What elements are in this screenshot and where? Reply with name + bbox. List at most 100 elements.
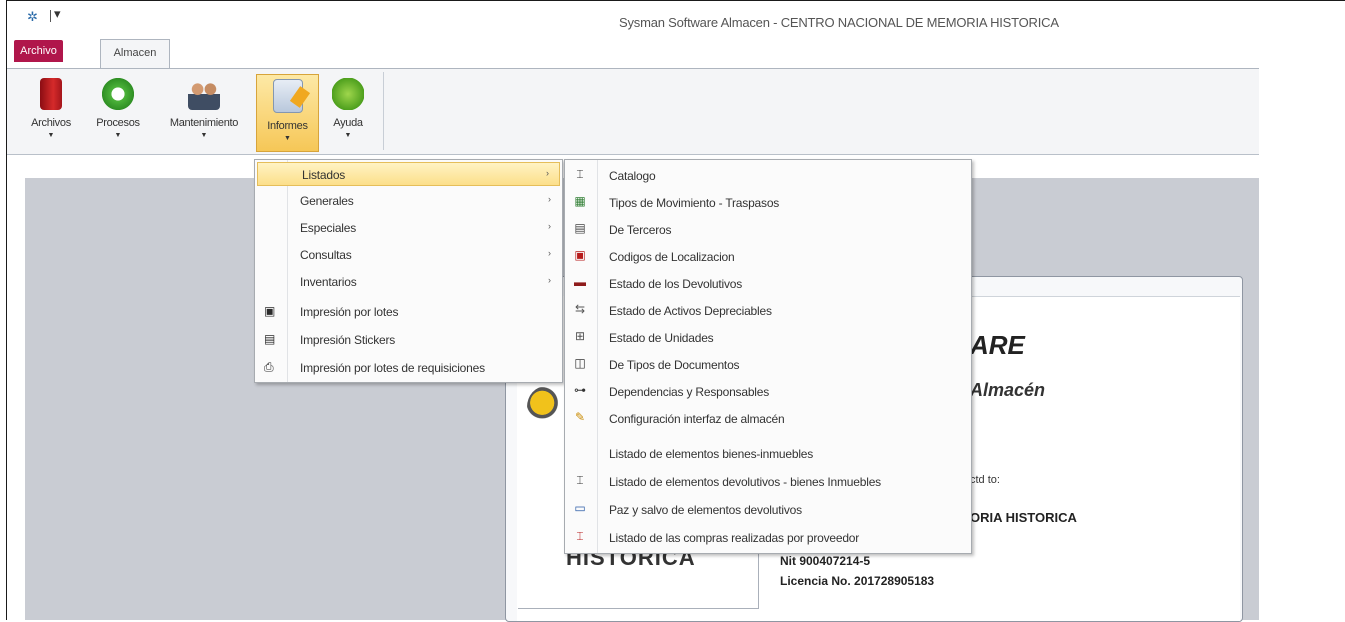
ribbon-informes-button[interactable]: Informes ▼ [256, 74, 319, 152]
ribbon-procesos-button[interactable]: Procesos ▼ [87, 74, 149, 150]
submenu-item-label: Listado de elementos bienes-inmuebles [609, 447, 814, 461]
menu-item-label: Especiales [300, 221, 357, 235]
people-icon [188, 78, 220, 110]
menu-item-label: Impresión Stickers [300, 333, 396, 347]
chevron-down-icon: ▼ [47, 132, 55, 139]
menu-item-especiales[interactable]: Especiales › [256, 216, 561, 240]
document-types-icon: ◫ [574, 356, 586, 370]
menu-item-label: Consultas [300, 248, 352, 262]
clearance-icon: ▭ [574, 501, 586, 515]
submenu-item-paz-y-salvo[interactable]: ▭ Paz y salvo de elementos devolutivos [566, 496, 970, 522]
submenu-item-label: Configuración interfaz de almacén [609, 412, 785, 426]
chevron-down-icon: ▼ [200, 132, 208, 139]
print-requisition-icon: ⎙ [264, 360, 274, 374]
listados-submenu: ⌶ Catalogo ▦ Tipos de Movimiento - Trasp… [564, 159, 972, 554]
licensed-to-label: ctd to: [970, 474, 1000, 486]
book-icon [40, 78, 62, 110]
ribbon-label: Archivos [31, 117, 71, 129]
ribbon-label: Procesos [96, 117, 140, 129]
menu-item-generales[interactable]: Generales › [256, 189, 561, 213]
dependencies-icon: ⊶ [574, 383, 586, 397]
third-party-icon: ▤ [574, 221, 586, 235]
recycle-icon [102, 78, 134, 110]
submenu-item-tipos-documentos[interactable]: ◫ De Tipos de Documentos [566, 351, 970, 377]
location-icon: ▣ [574, 248, 586, 262]
quick-access-dropdown-icon[interactable]: ▾ [54, 6, 61, 22]
submenu-item-label: Estado de los Devolutivos [609, 277, 743, 291]
menu-item-label: Generales [300, 194, 354, 208]
submenu-item-configuracion[interactable]: ✎ Configuración interfaz de almacén [566, 405, 970, 431]
report-icon [272, 79, 303, 113]
assets-icon: ⇆ [574, 302, 586, 316]
chevron-down-icon: ▼ [284, 135, 291, 142]
nit-text: Nit 900407214-5 [780, 554, 871, 568]
splash-title: ARE [970, 330, 1025, 360]
menu-item-label: Impresión por lotes [300, 305, 399, 319]
submenu-item-label: Codigos de Localizacion [609, 250, 735, 264]
ribbon-label: Informes [267, 120, 308, 132]
submenu-item-tipos-movimiento[interactable]: ▦ Tipos de Movimiento - Traspasos [566, 189, 970, 215]
submenu-item-label: De Terceros [609, 223, 672, 237]
menu-item-inventarios[interactable]: Inventarios › [256, 270, 561, 294]
units-icon: ⊞ [574, 329, 586, 343]
config-icon: ✎ [574, 410, 586, 424]
menu-item-impresion-requisiciones[interactable]: ⎙ Impresión por lotes de requisiciones [256, 356, 561, 380]
informes-dropdown-menu: Listados › Generales › Especiales › Cons… [254, 159, 563, 383]
chevron-right-icon: › [546, 168, 549, 178]
menu-item-label: Listados [302, 168, 346, 182]
catalog-icon: ⌶ [576, 167, 584, 181]
menu-item-label: Inventarios [300, 275, 357, 289]
purchases-icon: ⌶ [576, 529, 584, 543]
submenu-item-label: Dependencias y Responsables [609, 385, 770, 399]
license-number: Licencia No. 201728905183 [780, 574, 935, 588]
submenu-item-devolutivos-inmuebles[interactable]: ⌶ Listado de elementos devolutivos - bie… [566, 468, 970, 494]
ribbon-archivos-button[interactable]: Archivos ▼ [22, 74, 80, 150]
status-icon: ▬ [574, 275, 586, 289]
chevron-right-icon: › [548, 221, 551, 231]
ribbon-label: Ayuda [333, 117, 363, 129]
print-lot-icon: ▣ [264, 304, 276, 318]
help-icon [332, 78, 364, 110]
submenu-item-label: Tipos de Movimiento - Traspasos [609, 196, 780, 210]
window-title: Sysman Software Almacen - CENTRO NACIONA… [619, 15, 1059, 30]
submenu-item-compras-proveedor[interactable]: ⌶ Listado de las compras realizadas por … [566, 524, 970, 550]
submenu-item-activos-depreciables[interactable]: ⇆ Estado de Activos Depreciables [566, 297, 970, 323]
logo-icon [527, 386, 565, 428]
submenu-item-estado-unidades[interactable]: ⊞ Estado de Unidades [566, 324, 970, 350]
chevron-right-icon: › [548, 275, 551, 285]
movement-icon: ▦ [574, 194, 586, 208]
submenu-item-codigos-localizacion[interactable]: ▣ Codigos de Localizacion [566, 243, 970, 269]
submenu-item-label: De Tipos de Documentos [609, 358, 740, 372]
submenu-item-estado-devolutivos[interactable]: ▬ Estado de los Devolutivos [566, 270, 970, 296]
submenu-item-label: Estado de Activos Depreciables [609, 304, 772, 318]
submenu-item-catalogo[interactable]: ⌶ Catalogo [566, 162, 970, 188]
chevron-down-icon: ▼ [344, 132, 352, 139]
splash-subtitle: Almacén [970, 380, 1046, 400]
ribbon-label: Mantenimiento [169, 117, 239, 129]
list-devolutive-icon: ⌶ [576, 473, 584, 487]
menu-item-consultas[interactable]: Consultas › [256, 243, 561, 267]
submenu-item-label: Catalogo [609, 169, 656, 183]
submenu-item-terceros[interactable]: ▤ De Terceros [566, 216, 970, 242]
sticker-icon: ▤ [264, 332, 276, 346]
ribbon-mantenimiento-button[interactable]: Mantenimiento ▼ [155, 74, 253, 150]
submenu-item-label: Listado de las compras realizadas por pr… [609, 531, 860, 545]
submenu-item-dependencias[interactable]: ⊶ Dependencias y Responsables [566, 378, 970, 404]
chevron-right-icon: › [548, 194, 551, 204]
menu-item-impresion-lotes[interactable]: ▣ Impresión por lotes [256, 300, 561, 324]
submenu-item-label: Estado de Unidades [609, 331, 714, 345]
tab-almacen[interactable]: Almacen [100, 39, 170, 69]
menu-item-impresion-stickers[interactable]: ▤ Impresión Stickers [256, 328, 561, 352]
ribbon-ayuda-button[interactable]: Ayuda ▼ [323, 74, 373, 150]
chevron-right-icon: › [548, 248, 551, 258]
client-name: ORIA HISTORICA [970, 510, 1077, 525]
submenu-item-label: Listado de elementos devolutivos - biene… [609, 475, 881, 489]
submenu-item-label: Paz y salvo de elementos devolutivos [609, 503, 802, 517]
menu-item-listados[interactable]: Listados › [257, 162, 560, 186]
quick-access-separator [50, 10, 51, 22]
app-icon[interactable]: ✲ [27, 9, 38, 25]
submenu-item-bienes-inmuebles[interactable]: Listado de elementos bienes-inmuebles [566, 440, 970, 466]
tab-archivo[interactable]: Archivo [14, 40, 63, 62]
chevron-down-icon: ▼ [114, 132, 122, 139]
ribbon-group-separator [383, 72, 384, 150]
